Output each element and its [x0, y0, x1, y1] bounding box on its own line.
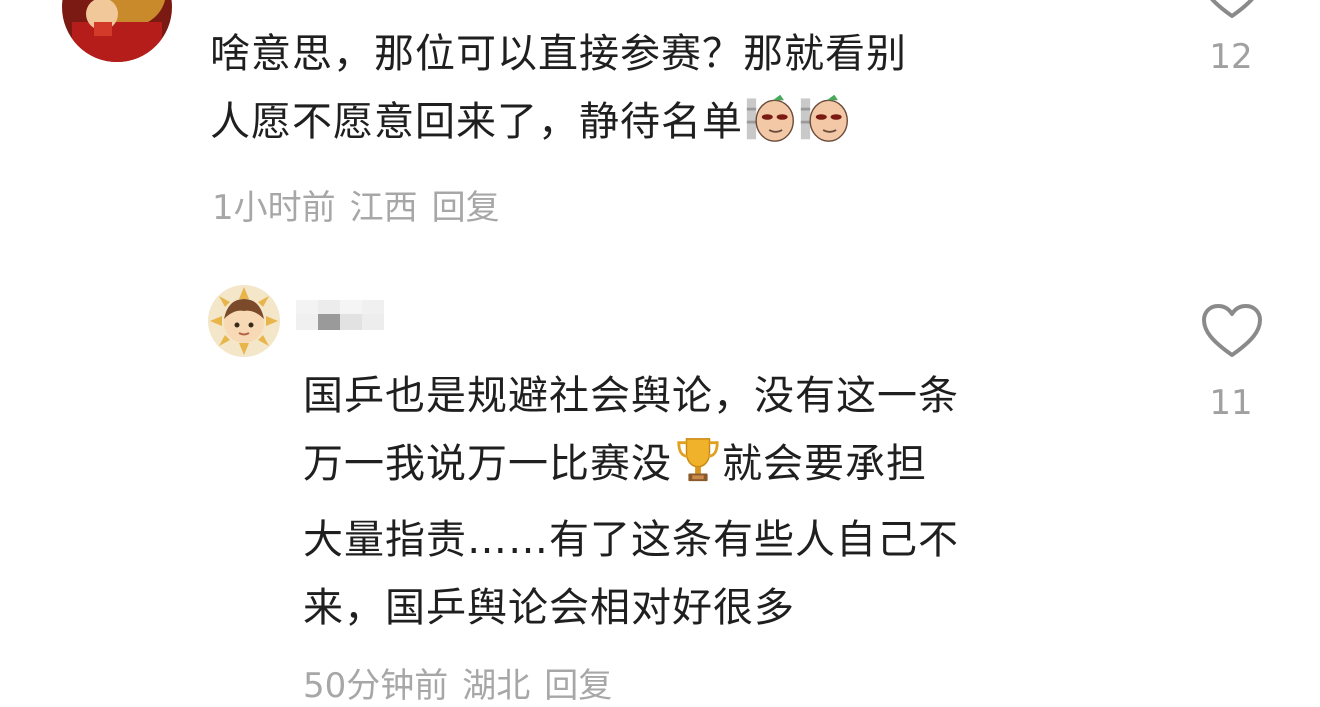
comment-line-with-emoji: 万一我说万一比赛没 就会要承担: [303, 430, 1163, 506]
reply-button[interactable]: 回复: [544, 666, 612, 706]
comment-location: 湖北: [462, 666, 531, 706]
user-avatar[interactable]: [62, 0, 172, 62]
comment-line: 人愿不愿意回来了，静待名单: [210, 99, 743, 145]
user-avatar[interactable]: [208, 285, 280, 357]
comment-meta: 50分钟前 湖北 回复: [303, 658, 626, 707]
comment-line: 大量指责……有了这条有些人自己不: [303, 517, 959, 563]
heart-outline-icon[interactable]: [1200, 0, 1264, 20]
comment-time: 1小时前: [212, 188, 336, 228]
comment-line: 啥意思，那位可以直接参赛？那就看别: [210, 31, 907, 77]
reply-button[interactable]: 回复: [432, 188, 500, 228]
sly-egg-emoji: [745, 91, 797, 164]
comment-line: 来，国乒舆论会相对好很多: [303, 585, 795, 631]
trophy-emoji: [674, 435, 722, 506]
comment-text: 啥意思，那位可以直接参赛？那就看别 人愿不愿意回来了，静待名单: [210, 20, 1110, 164]
heart-outline-icon[interactable]: [1200, 303, 1264, 359]
like-count: 12: [1209, 37, 1253, 77]
sly-egg-emoji: [799, 91, 851, 164]
comment-thread: 12 啥意思，那位可以直接参赛？那就看别 人愿不愿意回来了，静待名单 1小时前 …: [0, 0, 1320, 707]
comment-meta: 1小时前 江西 回复: [212, 180, 514, 229]
comment-line-with-emoji: 人愿不愿意回来了，静待名单: [210, 88, 1110, 164]
comment-location: 江西: [349, 188, 418, 228]
comment-text: 国乒也是规避社会舆论，没有这一条 万一我说万一比赛没 就会要承担 大量指责……有…: [303, 362, 1163, 642]
comment-time: 50分钟前: [303, 666, 449, 706]
comment-line: 国乒也是规避社会舆论，没有这一条: [303, 373, 959, 419]
comment-line: 万一我说万一比赛没: [303, 441, 672, 487]
like-count: 11: [1209, 383, 1253, 423]
comment-line: 就会要承担: [722, 441, 927, 487]
username-blurred: [296, 300, 396, 332]
